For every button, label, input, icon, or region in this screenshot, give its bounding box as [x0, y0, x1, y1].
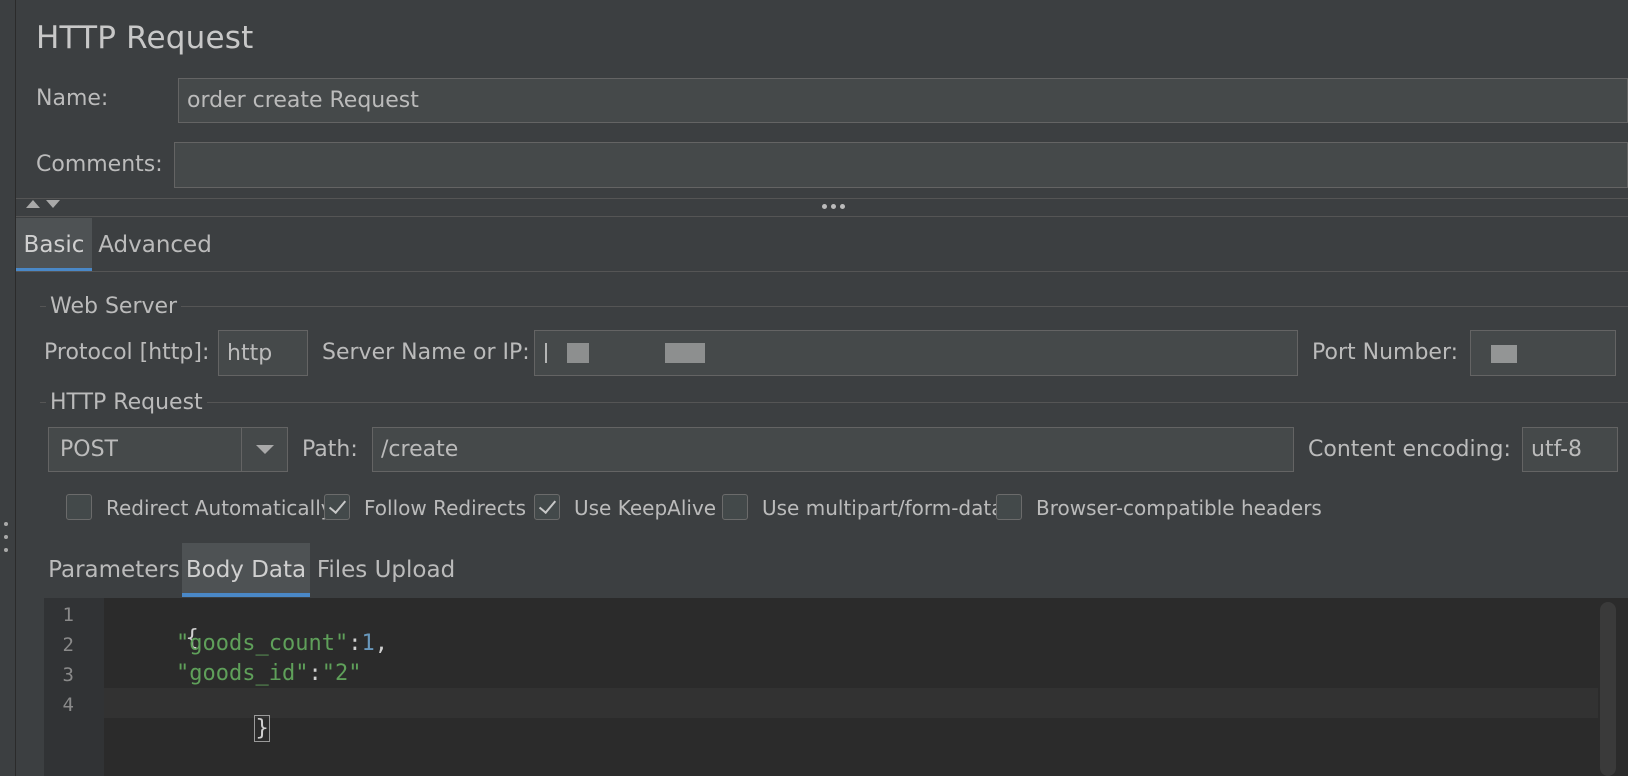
browser-compatible-headers-label: Browser-compatible headers: [1036, 496, 1322, 520]
use-keepalive-label: Use KeepAlive: [574, 496, 717, 520]
left-gutter: [0, 0, 16, 776]
line-number-gutter: 1 2 3 4: [44, 598, 104, 776]
line-number: 2: [62, 634, 74, 656]
path-label: Path:: [302, 437, 358, 462]
code-line-2: "goods_count":1,: [176, 631, 388, 656]
server-name-field[interactable]: [534, 330, 1298, 376]
code-token: "2": [321, 661, 362, 686]
redacted-block: [545, 343, 547, 363]
web-server-group-border: [40, 306, 1628, 307]
checkmark-icon: [538, 495, 556, 515]
tabs-divider: [16, 271, 1628, 272]
current-line-highlight: [104, 688, 1598, 718]
collapse-up-icon[interactable]: [26, 200, 40, 208]
follow-redirects-label: Follow Redirects: [364, 496, 526, 520]
http-request-group-title: HTTP Request: [46, 390, 207, 415]
checkmark-icon: [328, 495, 346, 515]
content-encoding-field[interactable]: utf-8: [1522, 427, 1618, 472]
code-token: 1: [361, 631, 375, 656]
code-token: :: [348, 631, 362, 656]
tab-basic[interactable]: Basic: [16, 218, 92, 272]
code-token: }: [254, 715, 270, 742]
server-name-label: Server Name or IP:: [322, 340, 530, 365]
browser-compatible-headers-checkbox[interactable]: [996, 494, 1022, 520]
splitter-divider-bottom: [16, 216, 1628, 217]
resize-grip-icon[interactable]: [3, 522, 9, 552]
splitter-divider: [16, 198, 1628, 199]
use-keepalive-checkbox[interactable]: [534, 494, 560, 520]
dropdown-arrow-button[interactable]: [241, 428, 287, 471]
code-token: "goods_count": [176, 631, 349, 656]
http-request-group-border: [40, 402, 1628, 403]
redacted-block: [567, 343, 589, 363]
use-multipart-label: Use multipart/form-data: [762, 496, 1004, 520]
redirect-automatically-label: Redirect Automatically: [106, 496, 333, 520]
port-number-field[interactable]: [1470, 330, 1616, 376]
protocol-label: Protocol [http]:: [44, 340, 210, 365]
protocol-field[interactable]: http: [218, 330, 308, 376]
tab-parameters[interactable]: Parameters: [48, 543, 180, 597]
redacted-block: [1491, 345, 1517, 363]
name-field[interactable]: order create Request: [178, 78, 1628, 123]
line-number: 1: [62, 604, 74, 626]
panel-title: HTTP Request: [36, 20, 254, 56]
port-number-label: Port Number:: [1312, 340, 1459, 365]
code-line-4: }: [176, 691, 270, 766]
use-multipart-checkbox[interactable]: [722, 494, 748, 520]
code-line-3: "goods_id":"2": [176, 661, 361, 686]
body-data-editor[interactable]: 1 2 3 4 { "goods_count":1, "goods_id":"2…: [44, 598, 1628, 776]
editor-vertical-scrollbar[interactable]: [1600, 602, 1616, 776]
web-server-group-title: Web Server: [46, 294, 182, 319]
expand-down-icon[interactable]: [46, 200, 60, 208]
line-number: 3: [62, 664, 74, 686]
method-value: POST: [60, 437, 118, 462]
name-label: Name:: [36, 86, 109, 111]
code-token: "goods_id": [176, 661, 309, 686]
comments-label: Comments:: [36, 152, 163, 177]
code-token: :: [308, 661, 322, 686]
code-token: ,: [374, 631, 388, 656]
chevron-down-icon: [255, 445, 274, 454]
tab-files-upload[interactable]: Files Upload: [314, 543, 458, 597]
http-request-panel: HTTP Request Name: order create Request …: [0, 0, 1628, 776]
redirect-automatically-checkbox[interactable]: [66, 494, 92, 520]
path-field[interactable]: /create: [372, 427, 1294, 472]
redacted-block: [665, 343, 705, 363]
comments-field[interactable]: [174, 142, 1628, 188]
content-encoding-label: Content encoding:: [1308, 437, 1511, 462]
splitter-arrows[interactable]: [26, 200, 60, 208]
splitter-handle-icon[interactable]: [822, 204, 845, 209]
follow-redirects-checkbox[interactable]: [324, 494, 350, 520]
method-dropdown[interactable]: POST: [48, 427, 288, 472]
tab-body-data[interactable]: Body Data: [182, 543, 310, 597]
line-number: 4: [62, 694, 74, 716]
tab-advanced[interactable]: Advanced: [96, 218, 214, 272]
